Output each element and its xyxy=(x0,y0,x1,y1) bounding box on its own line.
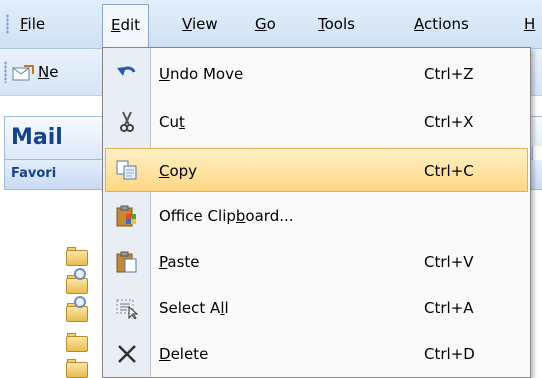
menu-item-select-all[interactable]: Select All Ctrl+A xyxy=(105,286,528,330)
menu-bar: File Edit View Go Tools Actions H xyxy=(0,0,542,49)
mail-folder-icon[interactable] xyxy=(66,358,88,378)
new-button[interactable]: Ne xyxy=(12,59,58,85)
search-folder-icon[interactable] xyxy=(66,268,88,294)
menu-file[interactable]: File xyxy=(20,0,45,48)
new-button-label: e xyxy=(49,63,59,81)
menu-actions[interactable]: Actions xyxy=(414,0,469,48)
menu-tools-label: ools xyxy=(324,15,355,33)
copy-icon xyxy=(115,159,139,181)
menu-help-mnemonic: H xyxy=(524,15,536,33)
menu-item-shortcut: Ctrl+C xyxy=(424,162,474,180)
undo-icon xyxy=(115,63,139,85)
menu-item-label: Cut xyxy=(159,113,185,131)
menu-item-copy[interactable]: Copy Ctrl+C xyxy=(105,148,528,192)
pane-edge xyxy=(532,146,542,160)
menu-item-shortcut: Ctrl+A xyxy=(424,299,474,317)
menu-edit-label: dit xyxy=(120,16,141,34)
menu-go[interactable]: Go xyxy=(255,0,276,48)
menu-view[interactable]: View xyxy=(182,0,218,48)
menu-actions-label: ctions xyxy=(424,15,469,33)
menu-file-mnemonic: F xyxy=(20,15,28,33)
menu-help[interactable]: H xyxy=(524,0,535,48)
scissors-icon xyxy=(115,111,139,133)
sent-items-folder-icon[interactable] xyxy=(66,332,88,352)
menu-item-office-clipboard[interactable]: Office Clipboard... xyxy=(105,194,528,238)
menubar-grip[interactable] xyxy=(6,14,9,34)
menu-item-shortcut: Ctrl+Z xyxy=(424,65,474,83)
menu-item-delete[interactable]: Delete Ctrl+D xyxy=(105,332,528,376)
delete-icon xyxy=(115,343,139,365)
menu-edit[interactable]: Edit xyxy=(102,4,150,48)
select-all-icon xyxy=(115,297,139,320)
outlook-window: File Edit View Go Tools Actions H Ne Mai… xyxy=(0,0,542,378)
clipboard-icon xyxy=(115,205,139,227)
search-folder-icon[interactable] xyxy=(66,296,88,322)
menu-item-label: Delete xyxy=(159,345,209,363)
menu-item-cut[interactable]: Cut Ctrl+X xyxy=(105,100,528,144)
inbox-folder-icon[interactable] xyxy=(66,246,88,266)
menu-item-label: Copy xyxy=(159,162,198,180)
paste-icon xyxy=(115,251,139,273)
menu-item-label: Paste xyxy=(159,253,200,271)
menu-view-label: iew xyxy=(191,15,218,33)
menu-item-undo-move[interactable]: Undo Move Ctrl+Z xyxy=(105,52,528,96)
menu-actions-mnemonic: A xyxy=(414,15,424,33)
menu-item-label: Select All xyxy=(159,299,229,317)
menu-item-shortcut: Ctrl+V xyxy=(424,253,474,271)
menu-item-shortcut: Ctrl+X xyxy=(424,113,474,131)
edit-menu-dropdown: Undo Move Ctrl+Z Cut Ctrl+X Copy Ctrl+C … xyxy=(102,47,531,378)
new-mail-icon xyxy=(12,64,34,82)
menu-item-paste[interactable]: Paste Ctrl+V xyxy=(105,240,528,284)
menu-go-mnemonic: G xyxy=(255,15,267,33)
menu-go-label: o xyxy=(266,15,276,33)
menu-tools[interactable]: Tools xyxy=(318,0,355,48)
menu-item-label: Undo Move xyxy=(159,65,244,83)
menu-view-mnemonic: V xyxy=(182,15,192,33)
menu-item-label: Office Clipboard... xyxy=(159,207,294,225)
new-button-mnemonic: N xyxy=(38,63,50,81)
menu-item-shortcut: Ctrl+D xyxy=(424,345,475,363)
menu-tools-mnemonic: T xyxy=(318,15,325,33)
menu-file-label: ile xyxy=(27,15,46,33)
toolbar-grip[interactable] xyxy=(4,61,7,83)
